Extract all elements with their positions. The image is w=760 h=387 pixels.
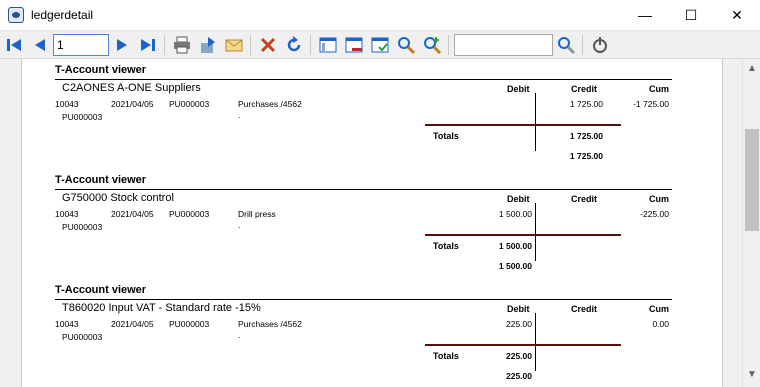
transaction-date: 2021/04/05: [111, 319, 154, 329]
section-title: T-Account viewer: [55, 64, 147, 76]
app-icon: [8, 7, 24, 23]
transaction-description: Purchases /4562: [238, 319, 302, 329]
transaction-id: 10043: [55, 319, 79, 329]
transaction-description: Drill press: [238, 209, 276, 219]
transaction-cum: 0.00: [652, 319, 669, 329]
cum-header: Cum: [649, 194, 669, 204]
toolbar-separator: [250, 35, 251, 55]
transaction-description: Purchases /4562: [238, 99, 302, 109]
debit-credit-divider: [535, 203, 536, 261]
transaction-id: 10043: [55, 99, 79, 109]
power-icon[interactable]: [590, 35, 610, 55]
print-icon[interactable]: [172, 35, 192, 55]
scroll-up-icon[interactable]: ▲: [743, 61, 760, 77]
detail-marker: .: [238, 220, 241, 230]
account-name: G750000 Stock control: [62, 192, 174, 204]
transaction-date: 2021/04/05: [111, 99, 154, 109]
section-divider: [55, 189, 672, 190]
account-name: T860020 Input VAT - Standard rate -15%: [62, 302, 261, 314]
page-border-right: [722, 59, 723, 387]
cum-header: Cum: [649, 84, 669, 94]
first-page-icon[interactable]: [4, 35, 24, 55]
search-icon[interactable]: [556, 35, 576, 55]
toolbar-separator: [582, 35, 583, 55]
debit-credit-divider: [535, 313, 536, 371]
zoom-in-icon[interactable]: [422, 35, 442, 55]
toolbar-separator: [310, 35, 311, 55]
report-viewport: T-Account viewer C2AONES A-ONE Suppliers…: [0, 59, 742, 387]
previous-page-icon[interactable]: [30, 35, 50, 55]
transaction-date: 2021/04/05: [111, 209, 154, 219]
page-number-input[interactable]: 1: [53, 34, 109, 56]
totals-label: Totals: [433, 131, 459, 141]
minimize-button[interactable]: —: [622, 0, 668, 31]
detail-marker: .: [238, 110, 241, 120]
transaction-reference: PU000003: [169, 99, 210, 109]
totals-label: Totals: [433, 351, 459, 361]
t-account-section: T-Account viewer C2AONES A-ONE Suppliers…: [22, 64, 722, 174]
credit-header: Credit: [571, 304, 598, 314]
toolbar-separator: [164, 35, 165, 55]
section-divider: [55, 79, 672, 80]
footer-debit: 1 500.00: [498, 261, 532, 271]
section-title: T-Account viewer: [55, 174, 147, 186]
transaction-debit: 1 500.00: [498, 209, 532, 219]
transaction-reference-2: PU000003: [62, 222, 103, 232]
totals-rule: [425, 344, 621, 346]
footer-credit: 1 725.00: [569, 151, 603, 161]
totals-label: Totals: [433, 241, 459, 251]
credit-header: Credit: [571, 84, 598, 94]
account-name: C2AONES A-ONE Suppliers: [62, 82, 201, 94]
transaction-reference: PU000003: [169, 319, 210, 329]
scroll-thumb[interactable]: [745, 129, 759, 231]
vertical-scrollbar[interactable]: ▲ ▼: [742, 59, 760, 387]
email-icon[interactable]: [224, 35, 244, 55]
transaction-reference-2: PU000003: [62, 332, 103, 342]
toolbar: 1: [0, 31, 760, 59]
t-account-section: T-Account viewer T860020 Input VAT - Sta…: [22, 284, 722, 387]
transaction-reference-2: PU000003: [62, 112, 103, 122]
t-account-section: T-Account viewer G750000 Stock control D…: [22, 174, 722, 284]
section-divider: [55, 299, 672, 300]
debit-credit-divider: [535, 93, 536, 151]
cum-header: Cum: [649, 304, 669, 314]
section-title: T-Account viewer: [55, 284, 147, 296]
detail-marker: .: [238, 330, 241, 340]
maximize-button[interactable]: ☐: [668, 0, 714, 31]
credit-header: Credit: [571, 194, 598, 204]
refresh-icon[interactable]: [284, 35, 304, 55]
last-page-icon[interactable]: [138, 35, 158, 55]
totals-rule: [425, 124, 621, 126]
toolbar-separator: [448, 35, 449, 55]
tools-icon[interactable]: [258, 35, 278, 55]
report-page: T-Account viewer C2AONES A-ONE Suppliers…: [22, 59, 722, 387]
transaction-id: 10043: [55, 209, 79, 219]
transaction-cum: -1 725.00: [633, 99, 669, 109]
transaction-credit: 1 725.00: [569, 99, 603, 109]
close-button[interactable]: ✕: [714, 0, 760, 31]
layout-icon[interactable]: [318, 35, 338, 55]
transaction-reference: PU000003: [169, 209, 210, 219]
title-bar: ledgerdetail — ☐ ✕: [0, 0, 760, 31]
zoom-icon[interactable]: [396, 35, 416, 55]
debit-header: Debit: [507, 194, 530, 204]
footer-debit: 225.00: [506, 371, 532, 381]
debit-header: Debit: [507, 304, 530, 314]
search-input[interactable]: [454, 34, 553, 56]
debit-header: Debit: [507, 84, 530, 94]
transaction-cum: -225.00: [640, 209, 669, 219]
totals-debit: 225.00: [506, 351, 532, 361]
scroll-down-icon[interactable]: ▼: [743, 367, 760, 383]
check-column-icon[interactable]: [370, 35, 390, 55]
totals-rule: [425, 234, 621, 236]
totals-credit: 1 725.00: [569, 131, 603, 141]
transaction-debit: 225.00: [506, 319, 532, 329]
totals-debit: 1 500.00: [498, 241, 532, 251]
next-page-icon[interactable]: [112, 35, 132, 55]
remove-column-icon[interactable]: [344, 35, 364, 55]
export-icon[interactable]: [198, 35, 218, 55]
window-title: ledgerdetail: [31, 8, 94, 22]
